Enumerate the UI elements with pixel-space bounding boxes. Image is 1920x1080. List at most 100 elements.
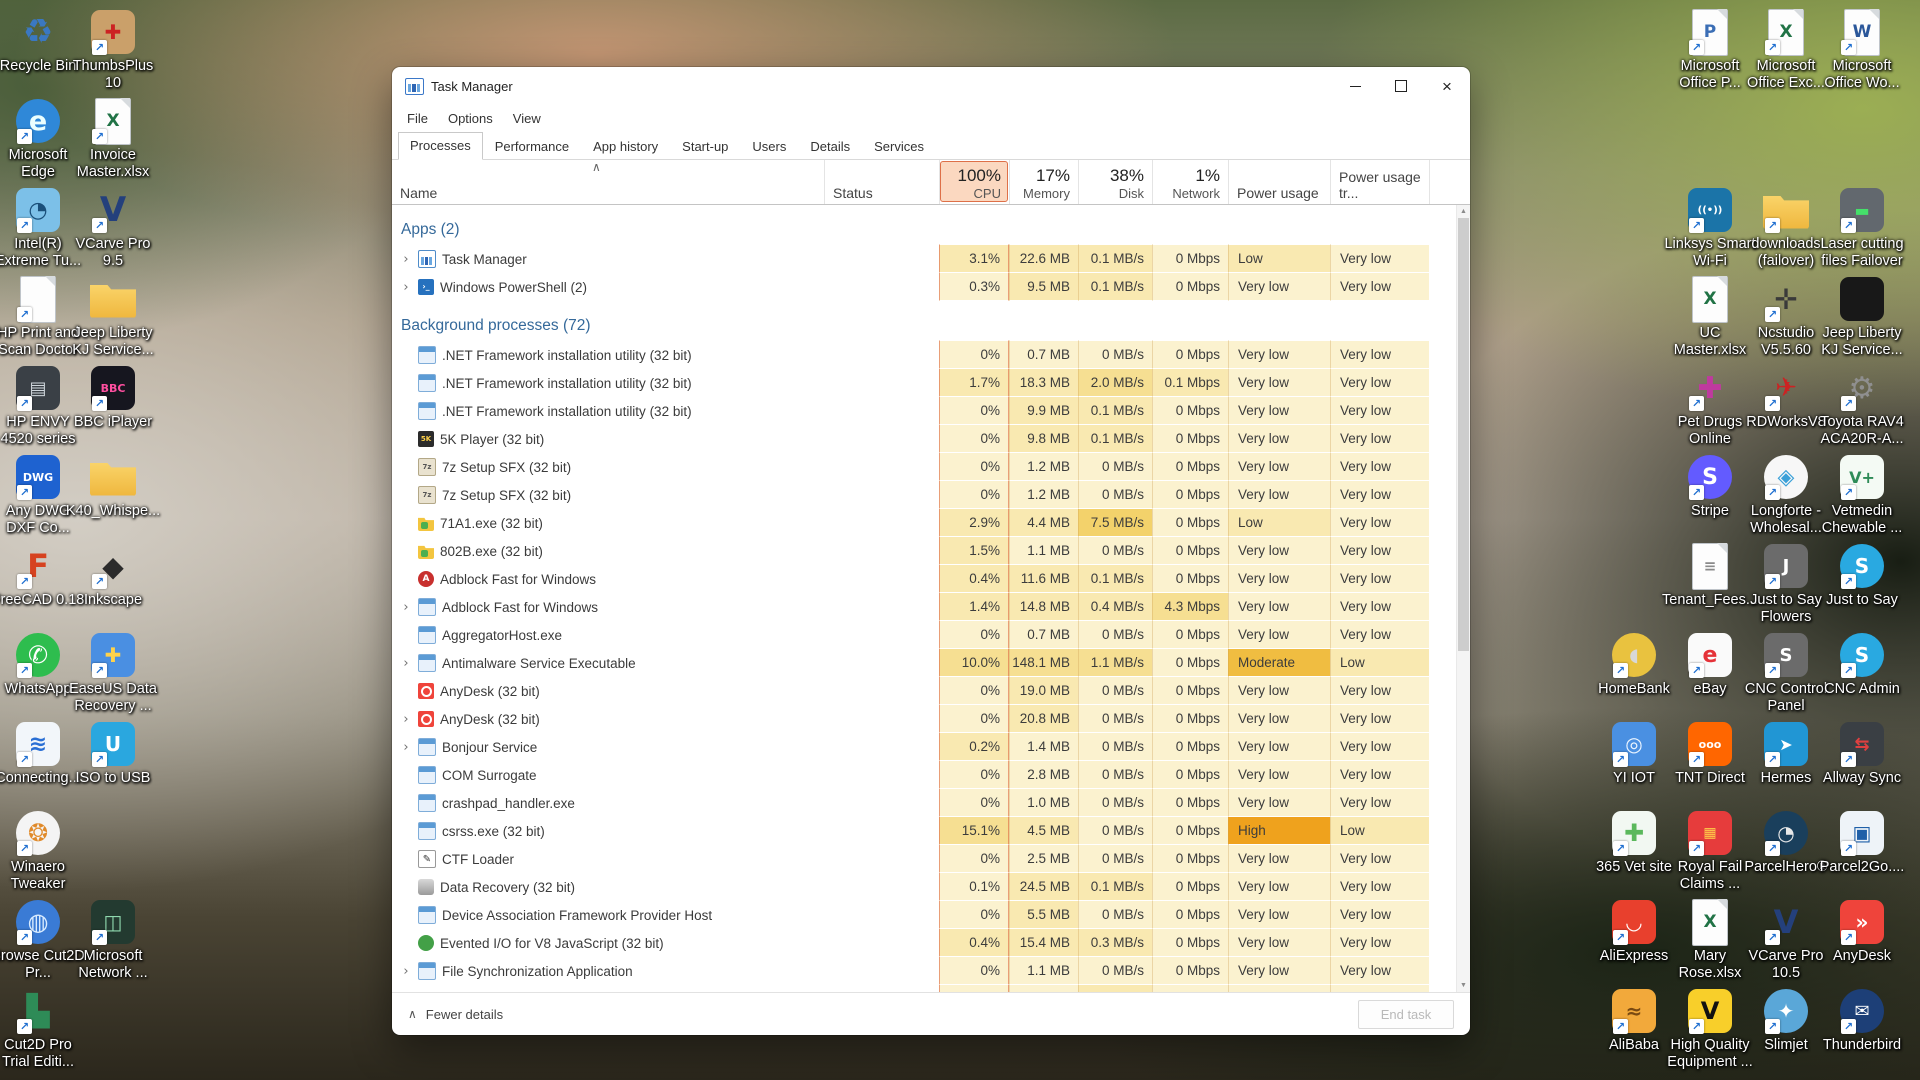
cpu-cell: 0.1% xyxy=(939,873,1009,901)
menu-options[interactable]: Options xyxy=(438,108,503,129)
disk-cell: 0.4 MB/s xyxy=(1078,593,1152,621)
process-row[interactable]: ›Antimalware Service Executable10.0%148.… xyxy=(392,649,1470,677)
process-row[interactable]: CTF Loader0%2.5 MB0 MB/s0 MbpsVery lowVe… xyxy=(392,845,1470,873)
scrollbar-thumb[interactable] xyxy=(1458,218,1469,651)
tab-start-up[interactable]: Start-up xyxy=(670,133,740,160)
process-row[interactable]: crashpad_handler.exe0%1.0 MB0 MB/s0 Mbps… xyxy=(392,789,1470,817)
desktop-icon-cnc-admin[interactable]: S↗CNC Admin xyxy=(1814,631,1910,698)
desktop-icon-thumbsplus-10[interactable]: ✚↗ThumbsPlus 10 xyxy=(65,8,161,92)
cpu-cell: 1.7% xyxy=(939,369,1009,397)
process-row[interactable]: Device Association Framework Provider Ho… xyxy=(392,901,1470,929)
desktop-icon-inkscape[interactable]: ◆↗Inkscape xyxy=(65,542,161,609)
expand-chevron-icon[interactable]: › xyxy=(400,740,412,755)
desktop-icon-allway-sync[interactable]: ⇆↗Allway Sync xyxy=(1814,720,1910,787)
desktop-icon-vcarve-pro-9-5[interactable]: V↗VCarve Pro 9.5 xyxy=(65,186,161,270)
process-row[interactable]: getwnd.exe (32 bit)0%2.2 MB0.1 MB/s0 Mbp… xyxy=(392,985,1470,992)
column-header-row: ∧ Name Status 100% CPU 17% Memory 38% Di… xyxy=(392,160,1470,205)
tab-app-history[interactable]: App history xyxy=(581,133,670,160)
close-button[interactable]: × xyxy=(1424,67,1470,105)
desktop-icon-jeep-liberty-kj-service[interactable]: Jeep Liberty KJ Service... xyxy=(1814,275,1910,359)
process-row[interactable]: AggregatorHost.exe0%0.7 MB0 MB/s0 MbpsVe… xyxy=(392,621,1470,649)
process-row[interactable]: ›Adblock Fast for Windows1.4%14.8 MB0.4 … xyxy=(392,593,1470,621)
tab-details[interactable]: Details xyxy=(798,133,862,160)
tab-services[interactable]: Services xyxy=(862,133,936,160)
sync-icon: ⇆↗ xyxy=(1838,720,1886,768)
process-row[interactable]: .NET Framework installation utility (32 … xyxy=(392,341,1470,369)
power-usage-cell: Very low xyxy=(1228,481,1330,509)
process-row[interactable]: .NET Framework installation utility (32 … xyxy=(392,397,1470,425)
end-task-button[interactable]: End task xyxy=(1358,1000,1454,1029)
process-row[interactable]: AnyDesk (32 bit)0%19.0 MB0 MB/s0 MbpsVer… xyxy=(392,677,1470,705)
column-header-name[interactable]: ∧ Name xyxy=(392,160,824,204)
column-header-status[interactable]: Status xyxy=(824,160,939,204)
desktop-icon-just-to-say[interactable]: S↗Just to Say xyxy=(1814,542,1910,609)
column-header-power-usage-trend[interactable]: Power usage tr... xyxy=(1330,160,1429,204)
icon-art xyxy=(90,459,136,496)
cpu-cell: 0% xyxy=(939,397,1009,425)
process-row[interactable]: 7z Setup SFX (32 bit)0%1.2 MB0 MB/s0 Mbp… xyxy=(392,453,1470,481)
process-row[interactable]: 71A1.exe (32 bit)2.9%4.4 MB7.5 MB/s0 Mbp… xyxy=(392,509,1470,537)
fewer-details-toggle[interactable]: ∧ Fewer details xyxy=(408,1007,503,1022)
section-header[interactable]: Apps (2) xyxy=(392,205,1470,245)
scroll-down-icon[interactable]: ▼ xyxy=(1457,979,1470,992)
desktop-icon-iso-to-usb[interactable]: U↗ISO to USB xyxy=(65,720,161,787)
column-header-disk[interactable]: 38% Disk xyxy=(1078,160,1152,204)
scroll-up-icon[interactable]: ▲ xyxy=(1457,205,1470,218)
expand-chevron-icon[interactable]: › xyxy=(400,280,412,295)
network-cell: 0 Mbps xyxy=(1152,481,1228,509)
process-row[interactable]: ›File Synchronization Application0%1.1 M… xyxy=(392,957,1470,985)
process-row[interactable]: 802B.exe (32 bit)1.5%1.1 MB0 MB/s0 MbpsV… xyxy=(392,537,1470,565)
desktop-icon-invoice-master-xlsx[interactable]: X↗Invoice Master.xlsx xyxy=(65,97,161,181)
menu-view[interactable]: View xyxy=(503,108,551,129)
tab-processes[interactable]: Processes xyxy=(398,132,483,160)
process-row[interactable]: 5K Player (32 bit)0%9.8 MB0.1 MB/s0 Mbps… xyxy=(392,425,1470,453)
process-row[interactable]: Data Recovery (32 bit)0.1%24.5 MB0.1 MB/… xyxy=(392,873,1470,901)
process-row[interactable]: 7z Setup SFX (32 bit)0%1.2 MB0 MB/s0 Mbp… xyxy=(392,481,1470,509)
desktop-icon-microsoft-network[interactable]: ◫↗Microsoft Network ... xyxy=(65,898,161,982)
desktop-icon-laser-cutting-files-failover[interactable]: ▬↗Laser cutting files Failover xyxy=(1814,186,1910,270)
process-row[interactable]: csrss.exe (32 bit)15.1%4.5 MB0 MB/s0 Mbp… xyxy=(392,817,1470,845)
shortcut-arrow-icon: ↗ xyxy=(1841,663,1856,678)
tab-performance[interactable]: Performance xyxy=(483,133,581,160)
desktop-icon-cut2d-pro-trial-editi[interactable]: ▙↗Cut2D Pro Trial Editi... xyxy=(0,987,86,1071)
expand-chevron-icon[interactable]: › xyxy=(400,712,412,727)
section-header[interactable]: Background processes (72) xyxy=(392,301,1470,341)
process-row[interactable]: Evented I/O for V8 JavaScript (32 bit)0.… xyxy=(392,929,1470,957)
tab-users[interactable]: Users xyxy=(740,133,798,160)
process-row[interactable]: COM Surrogate0%2.8 MB0 MB/s0 MbpsVery lo… xyxy=(392,761,1470,789)
expand-chevron-icon[interactable]: › xyxy=(400,964,412,979)
process-row[interactable]: ›AnyDesk (32 bit)0%20.8 MB0 MB/s0 MbpsVe… xyxy=(392,705,1470,733)
title-bar[interactable]: Task Manager × xyxy=(392,67,1470,105)
process-row[interactable]: ›Task Manager3.1%22.6 MB0.1 MB/s0 MbpsLo… xyxy=(392,245,1470,273)
status-cell xyxy=(824,817,939,845)
desktop-icon-jeep-liberty-kj-service[interactable]: Jeep Liberty KJ Service... xyxy=(65,275,161,359)
process-row[interactable]: ›Windows PowerShell (2)0.3%9.5 MB0.1 MB/… xyxy=(392,273,1470,301)
menu-file[interactable]: File xyxy=(397,108,438,129)
desktop-icon-k40-whispe[interactable]: K40_Whispe... xyxy=(65,453,161,520)
process-row[interactable]: ›Bonjour Service0.2%1.4 MB0 MB/s0 MbpsVe… xyxy=(392,733,1470,761)
desktop-icon-parcel2go[interactable]: ▣↗Parcel2Go.... xyxy=(1814,809,1910,876)
process-row[interactable]: Adblock Fast for Windows0.4%11.6 MB0.1 M… xyxy=(392,565,1470,593)
desktop-icon-vetmedin-chewable[interactable]: V+↗Vetmedin Chewable ... xyxy=(1814,453,1910,537)
process-row[interactable]: .NET Framework installation utility (32 … xyxy=(392,369,1470,397)
minimize-button[interactable] xyxy=(1332,67,1378,105)
vertical-scrollbar[interactable]: ▲ ▼ xyxy=(1456,205,1470,992)
task-manager-window: Task Manager × FileOptionsView Processes… xyxy=(392,67,1470,1035)
expand-chevron-icon[interactable]: › xyxy=(400,600,412,615)
expand-chevron-icon[interactable]: › xyxy=(400,656,412,671)
desktop-icon-toyota-rav4-aca20r-a[interactable]: ⚙↗Toyota RAV4 ACA20R-A... xyxy=(1814,364,1910,448)
desktop-icon-microsoft-office-wo[interactable]: W↗Microsoft Office Wo... xyxy=(1814,8,1910,92)
maximize-button[interactable] xyxy=(1378,67,1424,105)
desktop-icon-winaero-tweaker[interactable]: ❂↗Winaero Tweaker xyxy=(0,809,86,893)
column-header-power-usage[interactable]: Power usage xyxy=(1228,160,1330,204)
column-header-cpu[interactable]: 100% CPU xyxy=(939,160,1009,204)
expand-chevron-icon[interactable]: › xyxy=(400,252,412,267)
desktop-icon-bbc-iplayer[interactable]: BBC↗BBC iPlayer xyxy=(65,364,161,431)
desktop-icon-anydesk[interactable]: »↗AnyDesk xyxy=(1814,898,1910,965)
column-header-network[interactable]: 1% Network xyxy=(1152,160,1228,204)
desktop-icon-easeus-data-recovery[interactable]: ✚↗EaseUS Data Recovery ... xyxy=(65,631,161,715)
vet-cross-icon: ✚↗ xyxy=(1610,809,1658,857)
desktop-icon-thunderbird[interactable]: ✉↗Thunderbird xyxy=(1814,987,1910,1054)
column-header-memory[interactable]: 17% Memory xyxy=(1009,160,1078,204)
printer-icon: ▤↗ xyxy=(14,364,62,412)
